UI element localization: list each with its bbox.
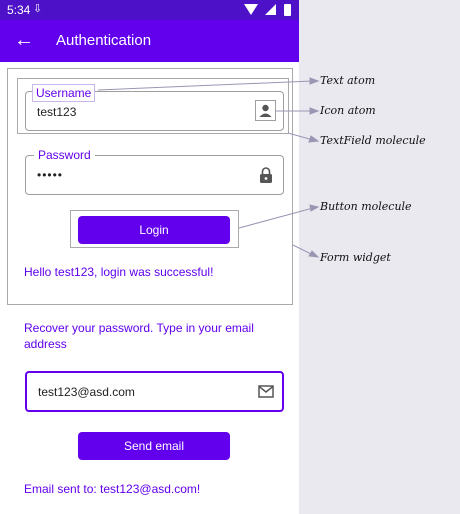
annotation-leader-lines [97,77,320,258]
annotation-button-molecule: Button molecule [320,200,412,213]
annotation-icon-atom: Icon atom [320,104,376,117]
annotation-textfield-molecule: TextField molecule [320,134,426,147]
diagram-root: 5:34 ⇩ ← Authentication Username test123 [0,0,460,514]
annotation-text-atom: Text atom [320,74,376,87]
annotation-form-widget: Form widget [320,251,391,264]
